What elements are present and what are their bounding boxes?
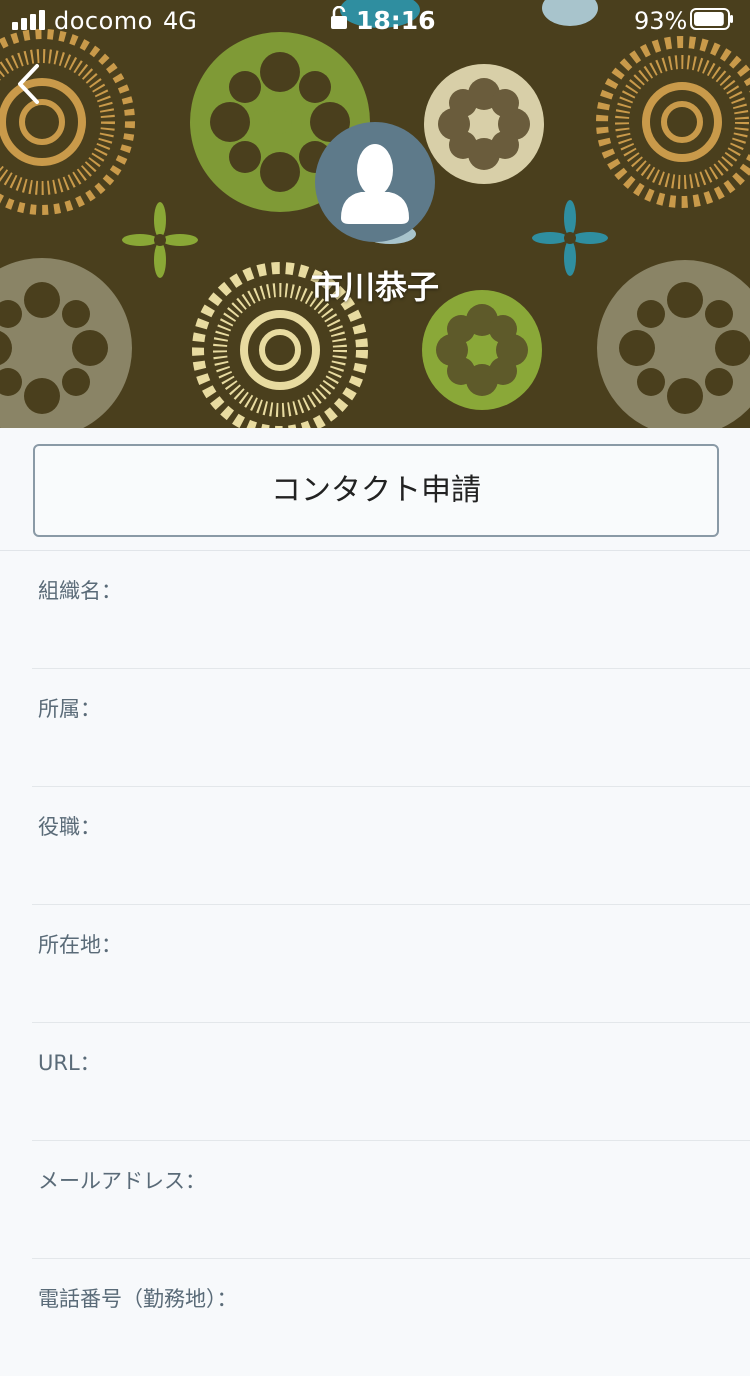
field-label: メールアドレス： [38,1169,206,1193]
field-label: 所属： [38,697,101,721]
field-address: 所在地： [32,905,750,1023]
person-silhouette-icon [341,144,409,224]
field-label: 組織名： [38,579,122,603]
back-button[interactable] [10,60,50,108]
profile-name: 市川恭子 [310,268,439,306]
carrier-name: docomo [54,7,153,35]
field-label: URL： [38,1051,101,1075]
profile-fields-list: 組織名： 所属： 役職： 所在地： URL： メールアドレス： 電話番号（勤務地… [0,551,750,1376]
profile-header: docomo 4G 18:16 93% 市川恭子 [0,0,750,428]
field-organization: 組織名： [32,551,750,669]
field-label: 役職： [38,815,101,839]
battery-percentage: 93% [634,7,688,35]
battery-icon [690,8,733,30]
field-label: 電話番号（勤務地）： [38,1287,238,1311]
field-work-phone: 電話番号（勤務地）： [32,1259,750,1376]
field-position: 役職： [32,787,750,905]
field-email: メールアドレス： [32,1141,750,1259]
field-url: URL： [32,1023,750,1141]
chevron-left-icon [18,64,39,104]
orientation-lock-icon [331,6,347,29]
status-bar: docomo 4G 18:16 93% [0,0,750,40]
clock: 18:16 [356,6,436,35]
contact-request-button[interactable]: コンタクト申請 [33,444,719,537]
avatar [315,122,435,242]
signal-strength-icon [12,10,48,30]
network-type: 4G [163,7,197,35]
field-department: 所属： [32,669,750,787]
field-label: 所在地： [38,933,122,957]
